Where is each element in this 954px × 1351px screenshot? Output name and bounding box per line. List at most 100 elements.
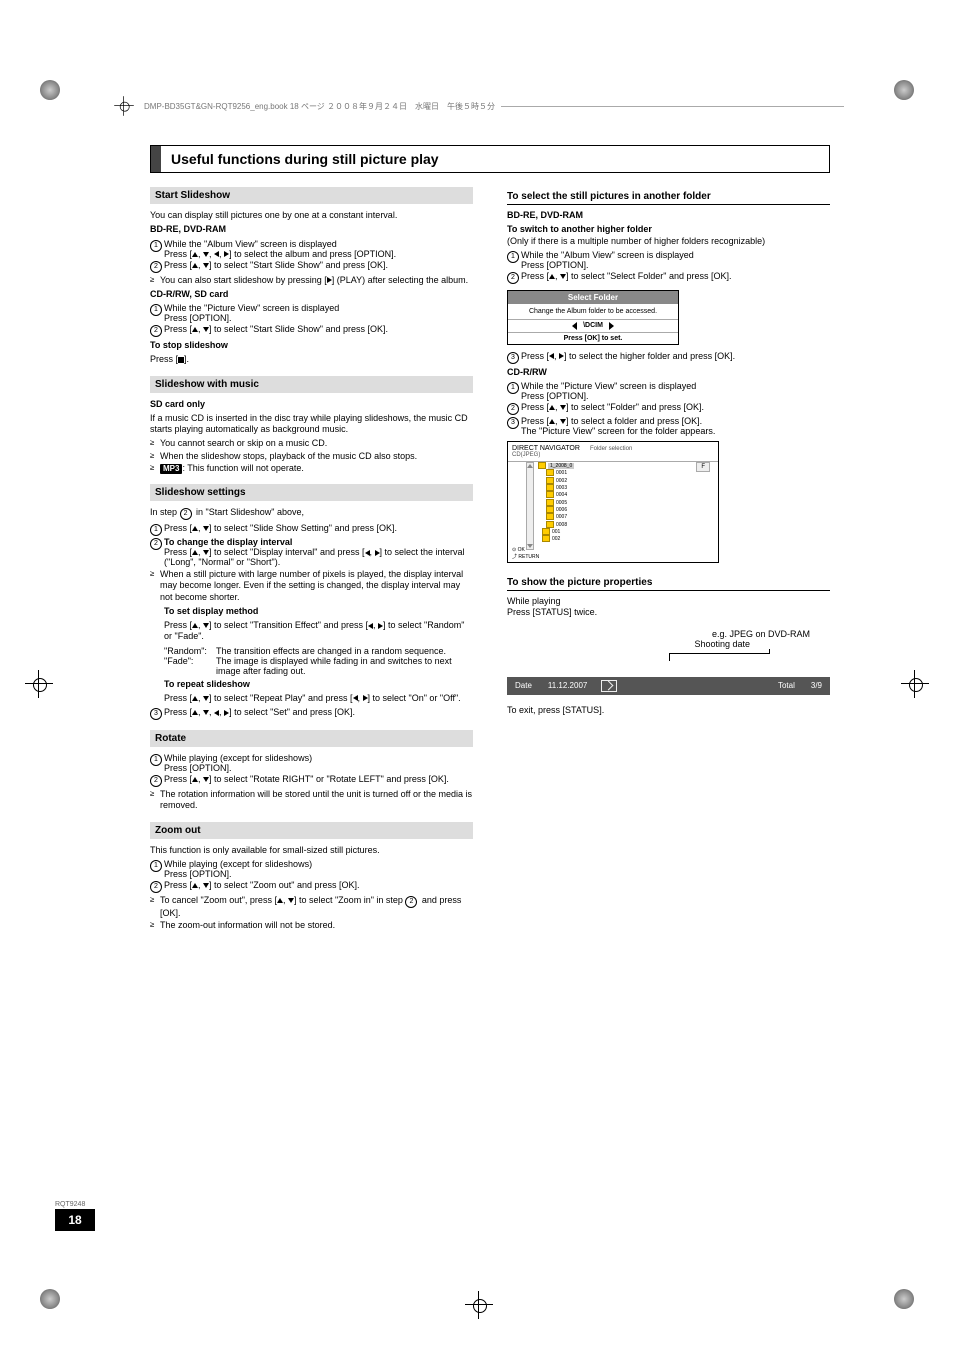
text: To exit, press [STATUS]. — [507, 705, 830, 716]
text: You can display still pictures one by on… — [150, 210, 473, 221]
subhead-bdre: BD-RE, DVD-RAM — [150, 224, 473, 235]
text: (Only if there is a multiple number of h… — [507, 236, 830, 247]
page-footer: RQT9248 18 — [55, 1201, 95, 1231]
bullet-text: The zoom-out information will not be sto… — [160, 920, 473, 931]
step-number-icon: 1 — [507, 382, 519, 394]
select-folder-dialog: Select Folder Change the Album folder to… — [507, 290, 679, 345]
text: While playing — [507, 596, 830, 607]
shooting-date-label: Shooting date — [507, 639, 750, 649]
step-number-icon: 2 — [507, 272, 519, 284]
step-text: While the "Picture View" screen is displ… — [164, 303, 473, 323]
section-slideshow-music: Slideshow with music — [150, 376, 473, 393]
dialog-ok-text: Press [OK] to set. — [508, 333, 678, 344]
dialog-text: Change the Album folder to be accessed. — [508, 304, 678, 319]
status-bar: Date 11.12.2007 Total 3/9 — [507, 677, 830, 695]
mp3-tag: MP3 — [160, 464, 182, 474]
example-label: e.g. JPEG on DVD-RAM — [507, 629, 810, 639]
subhead-cdr: CD-R/RW — [507, 367, 830, 378]
step-text: Press [, , , ] to select "Set" and press… — [164, 707, 473, 720]
dialog-title: Select Folder — [508, 291, 678, 304]
dn-button: F — [696, 462, 710, 472]
crop-cross-icon — [901, 670, 929, 700]
random-label: "Random": — [164, 646, 216, 656]
step-number-icon: 2 — [150, 538, 162, 550]
registration-mark — [40, 1289, 60, 1311]
folder-tree: 1_2008_0 0001 0002 0003 0004 0005 0006 0… — [538, 462, 574, 543]
step-number-icon: 2 — [150, 261, 162, 273]
step-text: Press [, ] to select "Zoom out" and pres… — [164, 880, 473, 893]
print-header-text: DMP-BD35GT&GN-RQT9256_eng.book 18 ページ ２０… — [144, 101, 495, 112]
stop-icon — [178, 357, 184, 363]
scrollbar — [526, 462, 534, 550]
step-number-icon: 1 — [150, 304, 162, 316]
step-number-icon: 2 — [150, 325, 162, 337]
bullet-text: MP3: This function will not operate. — [160, 463, 473, 474]
text: In step 2 in "Start Slideshow" above, — [150, 507, 473, 520]
section-start-slideshow: Start Slideshow — [150, 187, 473, 204]
text: Press [, ] to select "Transition Effect"… — [164, 620, 473, 643]
bullet-text: You can also start slideshow by pressing… — [160, 275, 473, 286]
dn-footer: ⊙ OK⤴ RETURN — [512, 547, 539, 560]
step-text: While the "Album View" screen is display… — [521, 250, 830, 270]
text: Press [, ] to select "Repeat Play" and p… — [164, 693, 473, 704]
fade-label: "Fade": — [164, 656, 216, 676]
fade-desc: The image is displayed while fading in a… — [216, 656, 473, 676]
step-text: While the "Picture View" screen is displ… — [521, 381, 830, 401]
text: Press [STATUS] twice. — [507, 607, 830, 618]
step-number-icon: 2 — [150, 881, 162, 893]
step-text: Press [, ] to select "Rotate RIGHT" or "… — [164, 774, 473, 787]
repeat-head: To repeat slideshow — [164, 679, 473, 690]
step-number-icon: 3 — [150, 708, 162, 720]
page-number: 18 — [55, 1209, 95, 1231]
section-zoom-out: Zoom out — [150, 822, 473, 839]
section-rotate: Rotate — [150, 730, 473, 747]
folder-name: \DCIM — [583, 322, 603, 329]
return-icon — [601, 680, 617, 692]
total-value: 3/9 — [803, 681, 830, 690]
page-title: Useful functions during still picture pl… — [161, 146, 449, 172]
crop-cross-icon — [25, 670, 53, 700]
step-text: Press [, ] to select a folder and press … — [521, 416, 830, 436]
step-text: Press [, ] to select the higher folder a… — [521, 351, 830, 364]
date-key: Date — [507, 681, 540, 690]
step-number-icon: 1 — [507, 251, 519, 263]
step-number-icon: 1 — [150, 860, 162, 872]
section-slideshow-settings: Slideshow settings — [150, 484, 473, 501]
step-number-icon: 1 — [150, 240, 162, 252]
step-text: Press [, ] to select "Start Slide Show" … — [164, 324, 473, 337]
section-select-folder: To select the still pictures in another … — [507, 191, 830, 205]
doc-code: RQT9248 — [55, 1201, 95, 1208]
step-text: While playing (except for slideshows)Pre… — [164, 859, 473, 879]
direct-navigator-panel: DIRECT NAVIGATOR Folder selection CD(JPE… — [507, 441, 719, 563]
bullet-text: When the slideshow stops, playback of th… — [160, 451, 473, 462]
step-number-icon: 2 — [150, 775, 162, 787]
bullet-text: To cancel "Zoom out", press [, ] to sele… — [160, 895, 473, 919]
sd-only: SD card only — [150, 399, 473, 410]
print-header: DMP-BD35GT&GN-RQT9256_eng.book 18 ページ ２０… — [110, 92, 844, 120]
crop-cross-icon — [465, 1291, 493, 1321]
date-value: 11.12.2007 — [540, 681, 595, 690]
registration-mark — [40, 80, 60, 102]
callout-line — [507, 649, 830, 673]
bullet-text: You cannot search or skip on a music CD. — [160, 438, 473, 449]
bullet-text: When a still picture with large number o… — [160, 569, 473, 603]
arrow-left-icon — [572, 322, 577, 330]
stop-body: Press []. — [150, 354, 473, 365]
dn-sub: Folder selection — [590, 446, 632, 452]
registration-mark — [894, 1289, 914, 1311]
text: If a music CD is inserted in the disc tr… — [150, 413, 473, 436]
text: This function is only available for smal… — [150, 845, 473, 856]
step-text: Press [, ] to select "Folder" and press … — [521, 402, 830, 415]
folder-icon — [538, 462, 546, 469]
step-text: Press [, ] to select "Start Slide Show" … — [164, 260, 473, 273]
switch-head: To switch to another higher folder — [507, 224, 830, 235]
section-picture-properties: To show the picture properties — [507, 577, 830, 591]
random-desc: The transition effects are changed in a … — [216, 646, 446, 656]
arrow-right-icon — [609, 322, 614, 330]
step-number-icon: 1 — [150, 754, 162, 766]
step-text: While the "Album View" screen is display… — [164, 239, 473, 259]
step-text: To change the display intervalPress [, ]… — [164, 537, 473, 567]
bullet-text: The rotation information will be stored … — [160, 789, 473, 812]
page-title-bar: Useful functions during still picture pl… — [150, 145, 830, 173]
step-number-icon: 2 — [507, 403, 519, 415]
